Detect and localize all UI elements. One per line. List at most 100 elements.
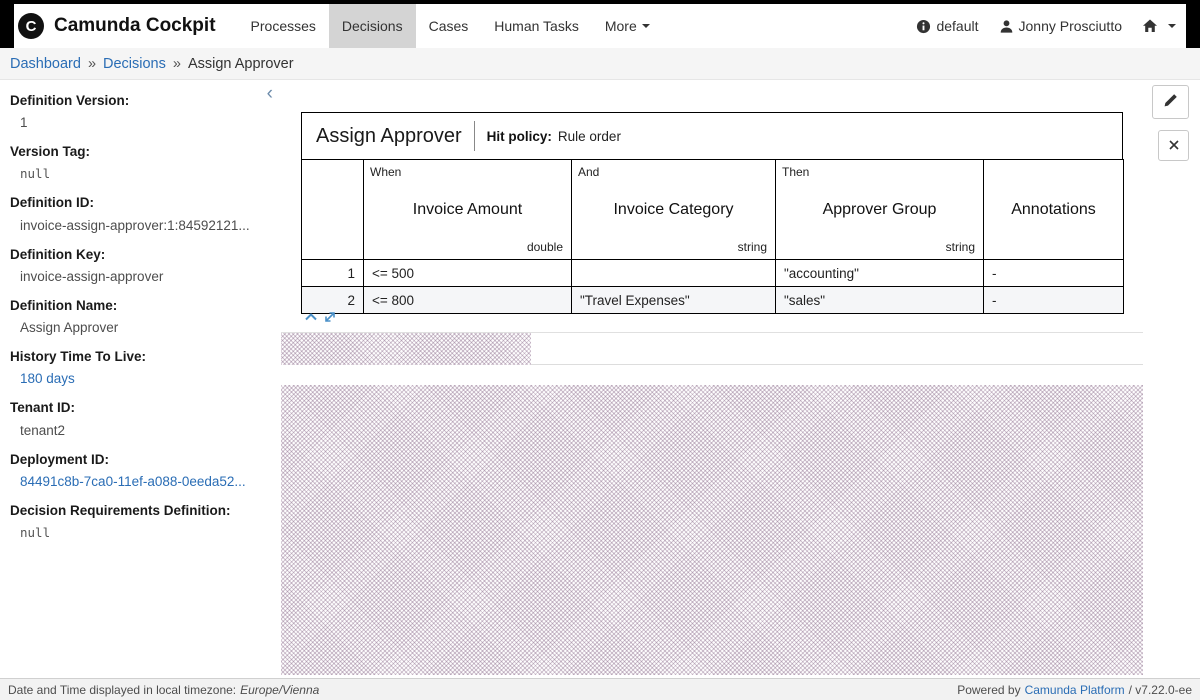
engine-label: default xyxy=(936,18,978,34)
column-type: string xyxy=(946,240,975,254)
definition-field-history-time-to-live: History Time To Live:180 days xyxy=(10,348,269,386)
app-title: Camunda Cockpit xyxy=(54,15,216,37)
field-value: tenant2 xyxy=(10,423,269,438)
camunda-platform-link[interactable]: Camunda Platform xyxy=(1025,683,1125,697)
breadcrumb-bar: Dashboard » Decisions » Assign Approver xyxy=(0,48,1200,80)
definition-sidebar: ‹ Definition Version:1Version Tag:nullDe… xyxy=(0,80,281,678)
breadcrumb-dashboard[interactable]: Dashboard xyxy=(10,56,81,72)
table-resize-controls xyxy=(303,309,338,330)
nav-item-label: Human Tasks xyxy=(494,18,579,34)
edit-decision-button[interactable] xyxy=(1152,85,1189,119)
rule-cell: - xyxy=(984,287,1124,314)
main-nav: Processes Decisions Cases Human Tasks More xyxy=(238,4,663,48)
version-text: / v7.22.0-ee xyxy=(1129,683,1192,697)
home-menu[interactable] xyxy=(1142,18,1176,34)
sidebar-fields: Definition Version: 1 Version Tag: null Defi… xyxy=(10,92,269,540)
home-icon xyxy=(1142,18,1158,34)
definition-field-definition-version: Definition Version: 1 xyxy=(10,92,269,130)
rule-cell: "Travel Expenses" xyxy=(572,287,776,314)
rule-cell: - xyxy=(984,260,1124,287)
dmn-rule-row: 1<= 500"accounting"- xyxy=(302,260,1124,287)
dmn-panel: Assign Approver Hit policy: Rule order W… xyxy=(281,80,1143,333)
footer: Date and Time displayed in local timezon… xyxy=(0,678,1200,700)
dmn-column-approver-group: ThenApprover Groupstring xyxy=(776,160,984,260)
field-value: null xyxy=(10,166,269,181)
collapse-table-button[interactable] xyxy=(303,309,319,330)
pencil-icon xyxy=(1163,93,1178,111)
clause-label: And xyxy=(578,165,599,179)
header-right: default Jonny Prosciutto xyxy=(916,18,1186,34)
field-value[interactable]: 180 days xyxy=(10,371,269,386)
powered-by: Powered by Camunda Platform / v7.22.0-ee xyxy=(957,683,1192,697)
collapse-sidebar-button[interactable]: ‹ xyxy=(263,82,277,105)
field-label: Definition Version: xyxy=(10,92,269,110)
rule-number: 1 xyxy=(302,260,364,287)
caret-down-icon xyxy=(1168,24,1176,28)
field-value: null xyxy=(10,525,269,540)
caret-down-icon xyxy=(642,24,650,28)
breadcrumb: Dashboard » Decisions » Assign Approver xyxy=(10,56,294,72)
nav-item-label: Decisions xyxy=(342,18,403,34)
definition-field-version-tag: Version Tag: null xyxy=(10,143,269,181)
close-button[interactable] xyxy=(1158,130,1189,161)
column-type: double xyxy=(527,240,563,254)
breadcrumb-separator: » xyxy=(173,56,181,72)
camunda-cockpit-page: C Camunda Cockpit Processes Decisions Case… xyxy=(0,0,1200,700)
nav-item-processes[interactable]: Processes xyxy=(238,4,329,48)
title-divider xyxy=(474,121,475,151)
tab-content-placeholder xyxy=(281,385,1143,675)
field-value: invoice-assign-approver:1:84592121... xyxy=(10,218,269,233)
logo-letter: C xyxy=(26,18,37,35)
main-content: Assign Approver Hit policy: Rule order W… xyxy=(281,80,1200,678)
tabs-placeholder xyxy=(281,333,531,365)
field-label: Definition ID: xyxy=(10,194,269,212)
field-value: 1 xyxy=(10,115,269,130)
column-name: Invoice Category xyxy=(572,201,775,219)
breadcrumb-separator: » xyxy=(88,56,96,72)
engine-selector[interactable]: default xyxy=(916,18,978,34)
close-icon xyxy=(1169,138,1179,153)
definition-field-definition-id: Definition ID: invoice-assign-approver:1:… xyxy=(10,194,269,232)
top-navbar: C Camunda Cockpit Processes Decisions Case… xyxy=(0,0,1200,48)
field-label: Decision Requirements Definition: xyxy=(10,502,269,520)
field-value: Assign Approver xyxy=(10,320,269,335)
definition-field-decision-requirements-definition: Decision Requirements Definition: null xyxy=(10,502,269,540)
nav-item-decisions[interactable]: Decisions xyxy=(329,4,416,48)
info-icon xyxy=(916,19,931,34)
rule-cell xyxy=(572,260,776,287)
rule-cell: "sales" xyxy=(776,287,984,314)
timezone-note: Date and Time displayed in local timezon… xyxy=(8,683,319,697)
nav-item-more[interactable]: More xyxy=(592,4,663,48)
field-value: invoice-assign-approver xyxy=(10,269,269,284)
field-value[interactable]: 84491c8b-7ca0-11ef-a088-0eeda52... xyxy=(10,474,269,489)
nav-item-human-tasks[interactable]: Human Tasks xyxy=(481,4,592,48)
resize-table-handle[interactable] xyxy=(322,309,338,330)
powered-by-text: Powered by xyxy=(957,683,1020,697)
dmn-column-invoice-amount: WhenInvoice Amountdouble xyxy=(364,160,572,260)
dmn-rule-row: 2<= 800"Travel Expenses""sales"- xyxy=(302,287,1124,314)
decision-table: WhenInvoice AmountdoubleAndInvoice Categ… xyxy=(301,159,1124,314)
nav-item-cases[interactable]: Cases xyxy=(416,4,482,48)
rule-cell: "accounting" xyxy=(776,260,984,287)
definition-field-deployment-id: Deployment ID: 84491c8b-7ca0-11ef-a088-0e… xyxy=(10,451,269,489)
field-label: Deployment ID: xyxy=(10,451,269,469)
column-name: Annotations xyxy=(984,201,1123,219)
field-label: Tenant ID: xyxy=(10,399,269,417)
dmn-corner-header xyxy=(302,160,364,260)
camunda-logo[interactable]: C xyxy=(18,13,44,39)
dmn-body: 1<= 500"accounting"-2<= 800"Travel Expen… xyxy=(302,260,1124,314)
breadcrumb-assign-approver: Assign Approver xyxy=(188,56,294,72)
hit-policy-label: Hit policy: xyxy=(487,129,552,144)
decision-name: Assign Approver xyxy=(316,125,462,148)
column-name: Invoice Amount xyxy=(364,201,571,219)
field-label: Version Tag: xyxy=(10,143,269,161)
dmn-title-bar: Assign Approver Hit policy: Rule order xyxy=(301,112,1123,160)
hit-policy-value: Rule order xyxy=(558,129,621,144)
nav-item-label: More xyxy=(605,18,637,34)
timezone-prefix: Date and Time displayed in local timezon… xyxy=(8,683,236,697)
user-icon xyxy=(999,19,1014,34)
breadcrumb-decisions[interactable]: Decisions xyxy=(103,56,166,72)
user-menu[interactable]: Jonny Prosciutto xyxy=(999,18,1123,34)
nav-item-label: Processes xyxy=(251,18,316,34)
dmn-column-annotations: Annotations xyxy=(984,160,1124,260)
